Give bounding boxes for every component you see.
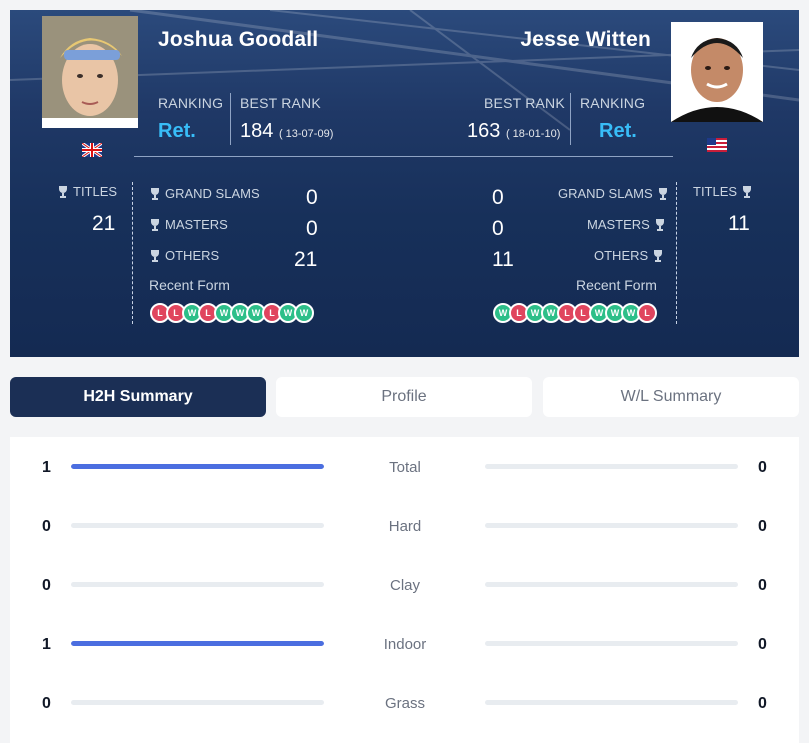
- form-badge-loss: L: [637, 303, 657, 323]
- recent-form-label-right: Recent Form: [576, 277, 657, 293]
- h2h-left-bar: [71, 523, 324, 528]
- ranking-label-right: RANKING: [580, 95, 646, 111]
- masters-label-right: MASTERS: [587, 217, 665, 232]
- recent-form-right: WLWWLLWWWL: [493, 303, 657, 323]
- h2h-right-count: 0: [758, 459, 767, 476]
- grand-slams-label-right: GRAND SLAMS: [558, 186, 668, 201]
- h2h-surface-label: Total: [389, 459, 421, 476]
- best-rank-value-right: 163: [467, 120, 501, 142]
- trophy-icon: [743, 185, 752, 198]
- h2h-surface-label: Grass: [384, 695, 425, 712]
- h2h-right-bar: [485, 700, 738, 705]
- dashed-divider: [132, 182, 133, 324]
- ranking-value-left: Ret.: [158, 120, 196, 142]
- h2h-left-bar: [71, 641, 324, 646]
- h2h-right-count: 0: [758, 577, 767, 594]
- others-label-left: OTHERS: [150, 248, 219, 263]
- h2h-row-hard: 0 Hard 0: [10, 512, 799, 542]
- trophy-icon: [654, 249, 663, 262]
- grand-slams-value-left: 0: [306, 186, 318, 209]
- h2h-row-clay: 0 Clay 0: [10, 571, 799, 601]
- h2h-right-bar: [485, 641, 738, 646]
- h2h-summary-panel: 1 Total 0 0 Hard 0 0 Clay 0 1 Indoor 0 0 Grass 0: [10, 437, 799, 743]
- dashed-divider: [676, 182, 677, 324]
- form-badge-win: W: [294, 303, 314, 323]
- grand-slams-label-left: GRAND SLAMS: [150, 186, 260, 201]
- us-flag-icon: [707, 138, 727, 152]
- tab-bar: H2H Summary Profile W/L Summary: [10, 377, 799, 417]
- h2h-row-total: 1 Total 0: [10, 453, 799, 483]
- best-rank-right: 163 ( 18-01-10): [467, 120, 560, 143]
- tab-wl-summary[interactable]: W/L Summary: [543, 377, 799, 417]
- grand-slams-value-right: 0: [492, 186, 504, 209]
- h2h-right-bar: [485, 523, 738, 528]
- player-photo-right: [671, 22, 763, 122]
- header-divider: [134, 156, 673, 157]
- trophy-icon: [655, 218, 664, 231]
- h2h-left-bar-fill: [71, 641, 324, 646]
- masters-value-left: 0: [306, 217, 318, 240]
- titles-label-right: TITLES: [693, 184, 752, 199]
- player-header: Joshua Goodall Jesse Witten RANKING Ret.…: [10, 10, 799, 357]
- h2h-left-bar: [71, 464, 324, 469]
- h2h-left-bar: [71, 582, 324, 587]
- player-name-right[interactable]: Jesse Witten: [520, 28, 651, 52]
- masters-value-right: 0: [492, 217, 504, 240]
- best-rank-date-left: ( 13-07-09): [278, 128, 334, 140]
- recent-form-left: LLWLWWWLWW: [150, 303, 314, 323]
- recent-form-label-left: Recent Form: [149, 277, 230, 293]
- h2h-right-count: 0: [758, 518, 767, 535]
- masters-label-left: MASTERS: [150, 217, 228, 232]
- trophy-icon: [151, 187, 159, 200]
- player-photo-left: [42, 16, 138, 128]
- h2h-right-count: 0: [758, 636, 767, 653]
- h2h-row-indoor: 1 Indoor 0: [10, 630, 799, 660]
- tab-h2h-summary[interactable]: H2H Summary: [10, 377, 266, 417]
- trophy-icon: [658, 187, 667, 200]
- trophy-icon: [151, 218, 159, 231]
- gb-flag-icon: [82, 143, 102, 157]
- h2h-surface-label: Hard: [388, 518, 422, 535]
- divider: [570, 93, 571, 145]
- h2h-surface-label: Clay: [389, 577, 420, 594]
- tab-profile[interactable]: Profile: [276, 377, 532, 417]
- best-rank-value-left: 184: [240, 120, 274, 142]
- ranking-label-left: RANKING: [158, 95, 224, 111]
- best-rank-left: 184 ( 13-07-09): [240, 120, 333, 143]
- others-value-left: 21: [294, 248, 318, 271]
- best-rank-label-right: BEST RANK: [484, 95, 565, 111]
- h2h-left-count: 0: [42, 695, 51, 712]
- h2h-left-bar-fill: [71, 464, 324, 469]
- best-rank-date-right: ( 18-01-10): [505, 128, 561, 140]
- others-value-right: 11: [492, 248, 514, 271]
- h2h-left-bar: [71, 700, 324, 705]
- ranking-value-right: Ret.: [599, 120, 637, 142]
- h2h-left-count: 0: [42, 518, 51, 535]
- titles-value-right: 11: [728, 212, 750, 235]
- h2h-right-bar: [485, 582, 738, 587]
- titles-value-left: 21: [92, 212, 116, 235]
- h2h-surface-label: Indoor: [383, 636, 427, 653]
- divider: [230, 93, 231, 145]
- h2h-left-count: 1: [42, 636, 51, 653]
- h2h-right-bar: [485, 464, 738, 469]
- h2h-right-count: 0: [758, 695, 767, 712]
- others-label-right: OTHERS: [594, 248, 663, 263]
- titles-label-left: TITLES: [58, 184, 117, 199]
- player-name-left[interactable]: Joshua Goodall: [158, 28, 318, 52]
- h2h-left-count: 1: [42, 459, 51, 476]
- h2h-left-count: 0: [42, 577, 51, 594]
- trophy-icon: [151, 249, 159, 262]
- trophy-icon: [59, 185, 67, 198]
- best-rank-label-left: BEST RANK: [240, 95, 321, 111]
- h2h-row-grass: 0 Grass 0: [10, 689, 799, 719]
